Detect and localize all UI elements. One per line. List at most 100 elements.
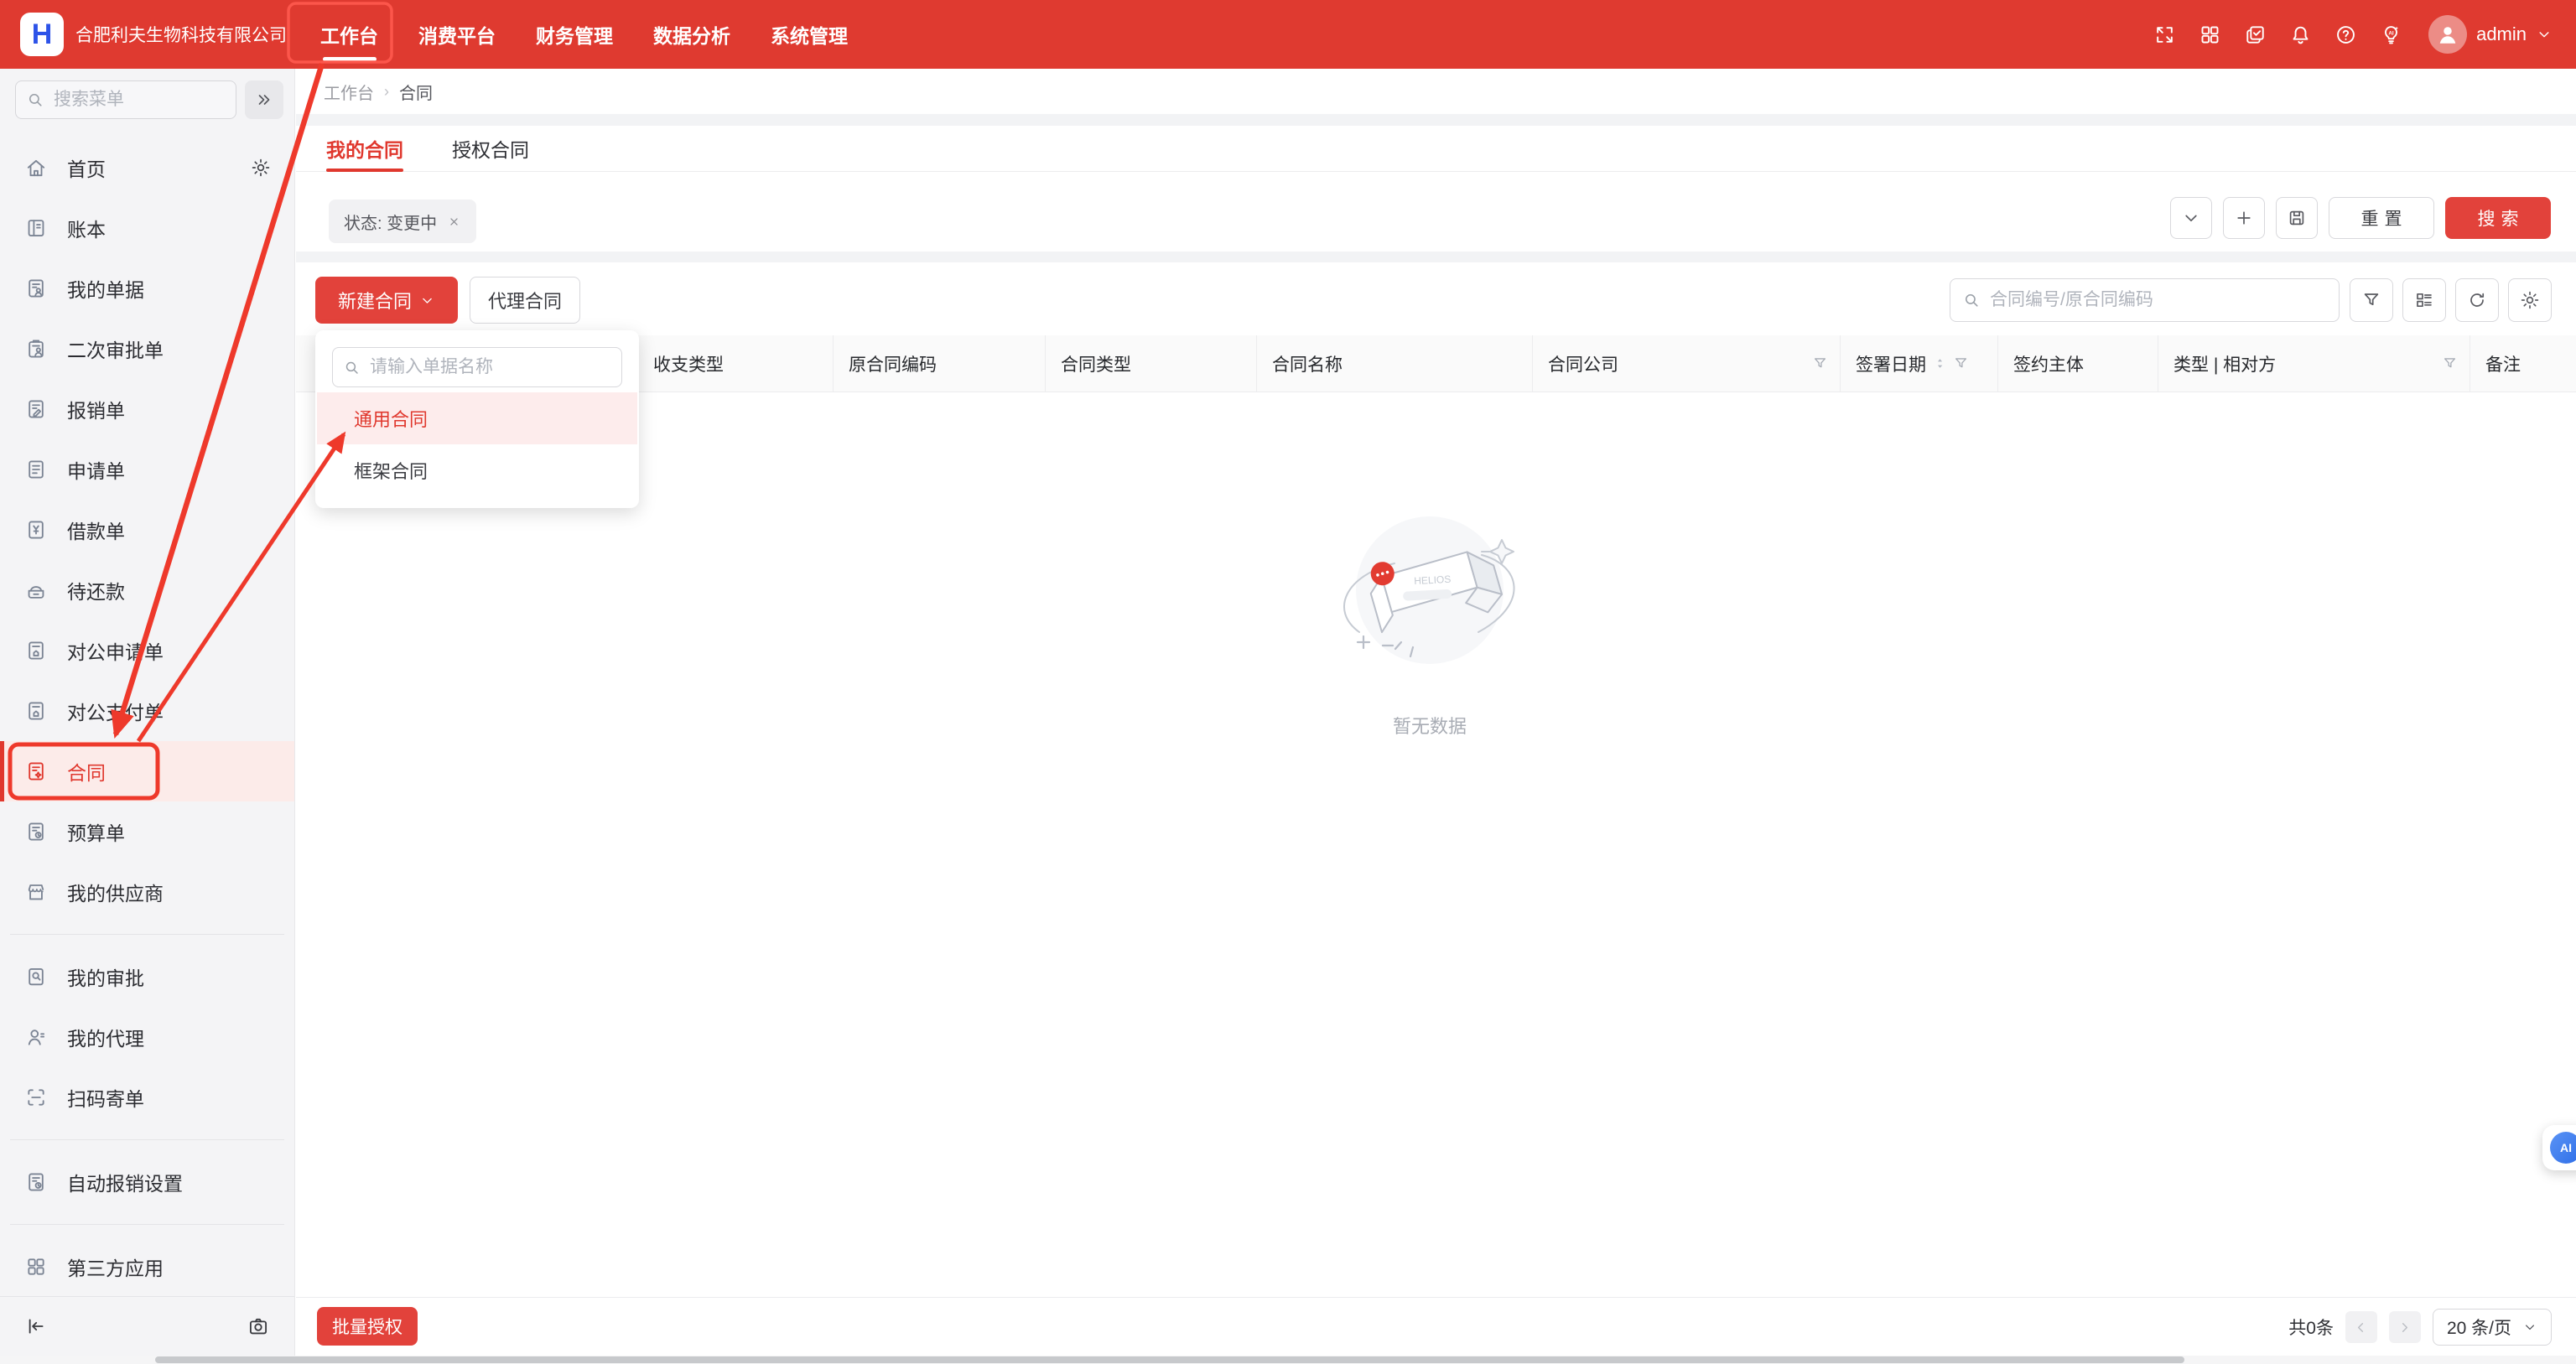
new-contract-button[interactable]: 新建合同: [315, 277, 458, 324]
caret-updown-icon[interactable]: [1933, 356, 1947, 371]
filter-button[interactable]: [2350, 278, 2393, 322]
topbar-icon-group: AI: [2153, 23, 2402, 46]
dropdown-option-general-contract[interactable]: 通用合同: [317, 392, 637, 444]
status-filter-tag[interactable]: 状态: 变更中: [329, 200, 477, 243]
sidebar-item-expense-form[interactable]: 报销单: [0, 379, 294, 439]
bell-icon[interactable]: [2289, 23, 2312, 46]
sidebar-item-application-form[interactable]: 申请单: [0, 439, 294, 500]
sidebar-item-my-agents[interactable]: 我的代理: [0, 1007, 294, 1067]
sidebar-search-row: [15, 80, 283, 119]
sidebar-item-loan-form[interactable]: 借款单: [0, 500, 294, 560]
menu-search-input[interactable]: [52, 89, 226, 111]
reset-button[interactable]: 重置: [2329, 197, 2434, 239]
batch-authorize-button[interactable]: 批量授权: [317, 1307, 418, 1346]
search-button[interactable]: 搜索: [2445, 197, 2551, 239]
sidebar-item-auto-expense-settings[interactable]: 自动报销设置: [0, 1152, 294, 1212]
app-logo[interactable]: H: [20, 13, 64, 56]
gear-icon[interactable]: [251, 158, 271, 178]
scan-icon: [25, 1087, 47, 1108]
apps-grid-icon[interactable]: [2199, 23, 2221, 46]
refresh-icon: [2467, 290, 2487, 310]
topnav-item[interactable]: 数据分析: [633, 0, 750, 69]
sidebar-expand-button[interactable]: [245, 80, 283, 119]
dropdown-search-field[interactable]: [332, 347, 622, 387]
sidebar-item-second-approval[interactable]: 二次审批单: [0, 319, 294, 379]
sidebar-item-home[interactable]: 首页: [0, 137, 294, 198]
sidebar-item-label: 预算单: [67, 822, 125, 844]
doc-home-icon: [25, 700, 47, 722]
sidebar-item-label: 对公支付单: [67, 702, 164, 723]
question-icon[interactable]: [2334, 23, 2357, 46]
sidebar-item-label: 我的代理: [67, 1028, 144, 1050]
layout-button[interactable]: [2402, 278, 2446, 322]
clipboard-user-icon: [25, 338, 47, 360]
username: admin: [2476, 23, 2527, 44]
add-filter-button[interactable]: [2223, 197, 2265, 239]
sidebar-item-my-documents[interactable]: 我的单据: [0, 258, 294, 319]
topnav-item[interactable]: 财务管理: [516, 0, 633, 69]
store-icon: [25, 881, 47, 903]
chevron-down-icon: [419, 293, 435, 309]
save-filter-button[interactable]: [2276, 197, 2318, 239]
filter-tag-label: 状态: 变更中: [344, 214, 438, 233]
sidebar-item-label: 账本: [67, 219, 106, 241]
table-tools: [2350, 278, 2552, 322]
contract-number-search-field[interactable]: [1950, 278, 2340, 322]
divider-band: [296, 114, 2576, 126]
sidebar-item-pending-repayment[interactable]: 待还款: [0, 560, 294, 620]
dropdown-option-frame-contract[interactable]: 框架合同: [317, 444, 637, 496]
contract-number-search-input[interactable]: [1988, 289, 2327, 311]
breadcrumb-workbench[interactable]: 工作台: [324, 80, 374, 104]
search-icon: [1962, 291, 1981, 309]
topnav-item[interactable]: 工作台: [300, 0, 398, 69]
copy-check-icon[interactable]: [2244, 23, 2267, 46]
ai-bulb-icon[interactable]: AI: [2380, 23, 2402, 46]
sidebar-item-budget-form[interactable]: 预算单: [0, 801, 294, 862]
user-menu[interactable]: admin: [2428, 15, 2553, 54]
funnel-icon[interactable]: [1953, 355, 1969, 371]
page-size-select[interactable]: 20 条/页: [2432, 1309, 2552, 1346]
close-icon[interactable]: [447, 215, 461, 229]
next-page-button[interactable]: [2388, 1311, 2421, 1343]
funnel-icon[interactable]: [1812, 355, 1828, 371]
pagination: 共0条 20 条/页: [2288, 1308, 2552, 1346]
prev-page-button[interactable]: [2345, 1311, 2377, 1343]
sidebar-item-ledger[interactable]: 账本: [0, 198, 294, 258]
tab-my-contracts[interactable]: 我的合同: [326, 126, 403, 172]
dropdown-search-input[interactable]: [368, 356, 611, 378]
agent-contract-label: 代理合同: [487, 291, 562, 312]
svg-text:AI: AI: [2388, 30, 2394, 36]
doc-star-icon: [25, 760, 47, 782]
topnav-item[interactable]: 消费平台: [398, 0, 516, 69]
sidebar-item-corporate-application[interactable]: 对公申请单: [0, 620, 294, 681]
sidebar-item-contract[interactable]: 合同: [0, 741, 294, 801]
funnel-icon[interactable]: [2442, 355, 2458, 371]
doc-clock-icon: [25, 1171, 47, 1193]
scrollbar-thumb[interactable]: [155, 1356, 2184, 1363]
new-contract-dropdown: 通用合同框架合同: [315, 330, 639, 508]
column-settings-button[interactable]: [2508, 278, 2552, 322]
table-column-header: 签约主体: [1997, 335, 2158, 392]
sidebar-divider: [10, 934, 284, 935]
agent-contract-button[interactable]: 代理合同: [470, 277, 580, 324]
sidebar-item-label: 待还款: [67, 581, 125, 603]
sidebar-item-my-suppliers[interactable]: 我的供应商: [0, 862, 294, 922]
camera-icon[interactable]: [247, 1315, 269, 1337]
person-icon: [2435, 22, 2460, 47]
breadcrumb-contract: 合同: [399, 84, 433, 103]
refresh-button[interactable]: [2455, 278, 2499, 322]
sidebar-item-corporate-payment[interactable]: 对公支付单: [0, 681, 294, 741]
collapse-filter-button[interactable]: [2170, 197, 2212, 239]
collapse-sidebar-icon[interactable]: [25, 1315, 47, 1337]
sidebar-item-third-party-apps[interactable]: 第三方应用: [0, 1237, 294, 1297]
tab-authorized-contracts[interactable]: 授权合同: [452, 126, 529, 171]
sidebar-divider: [10, 1224, 284, 1225]
sidebar: 首页账本我的单据二次审批单报销单申请单借款单待还款对公申请单对公支付单合同预算单…: [0, 69, 295, 1364]
sidebar-item-scan-send[interactable]: 扫码寄单: [0, 1067, 294, 1128]
fullscreen-icon[interactable]: [2153, 23, 2176, 46]
menu-search-field[interactable]: [15, 80, 236, 119]
sidebar-item-my-approvals[interactable]: 我的审批: [0, 947, 294, 1007]
topnav-item[interactable]: 系统管理: [750, 0, 868, 69]
doc-user-icon: [25, 277, 47, 299]
ai-assistant-fab[interactable]: AI: [2542, 1125, 2576, 1170]
